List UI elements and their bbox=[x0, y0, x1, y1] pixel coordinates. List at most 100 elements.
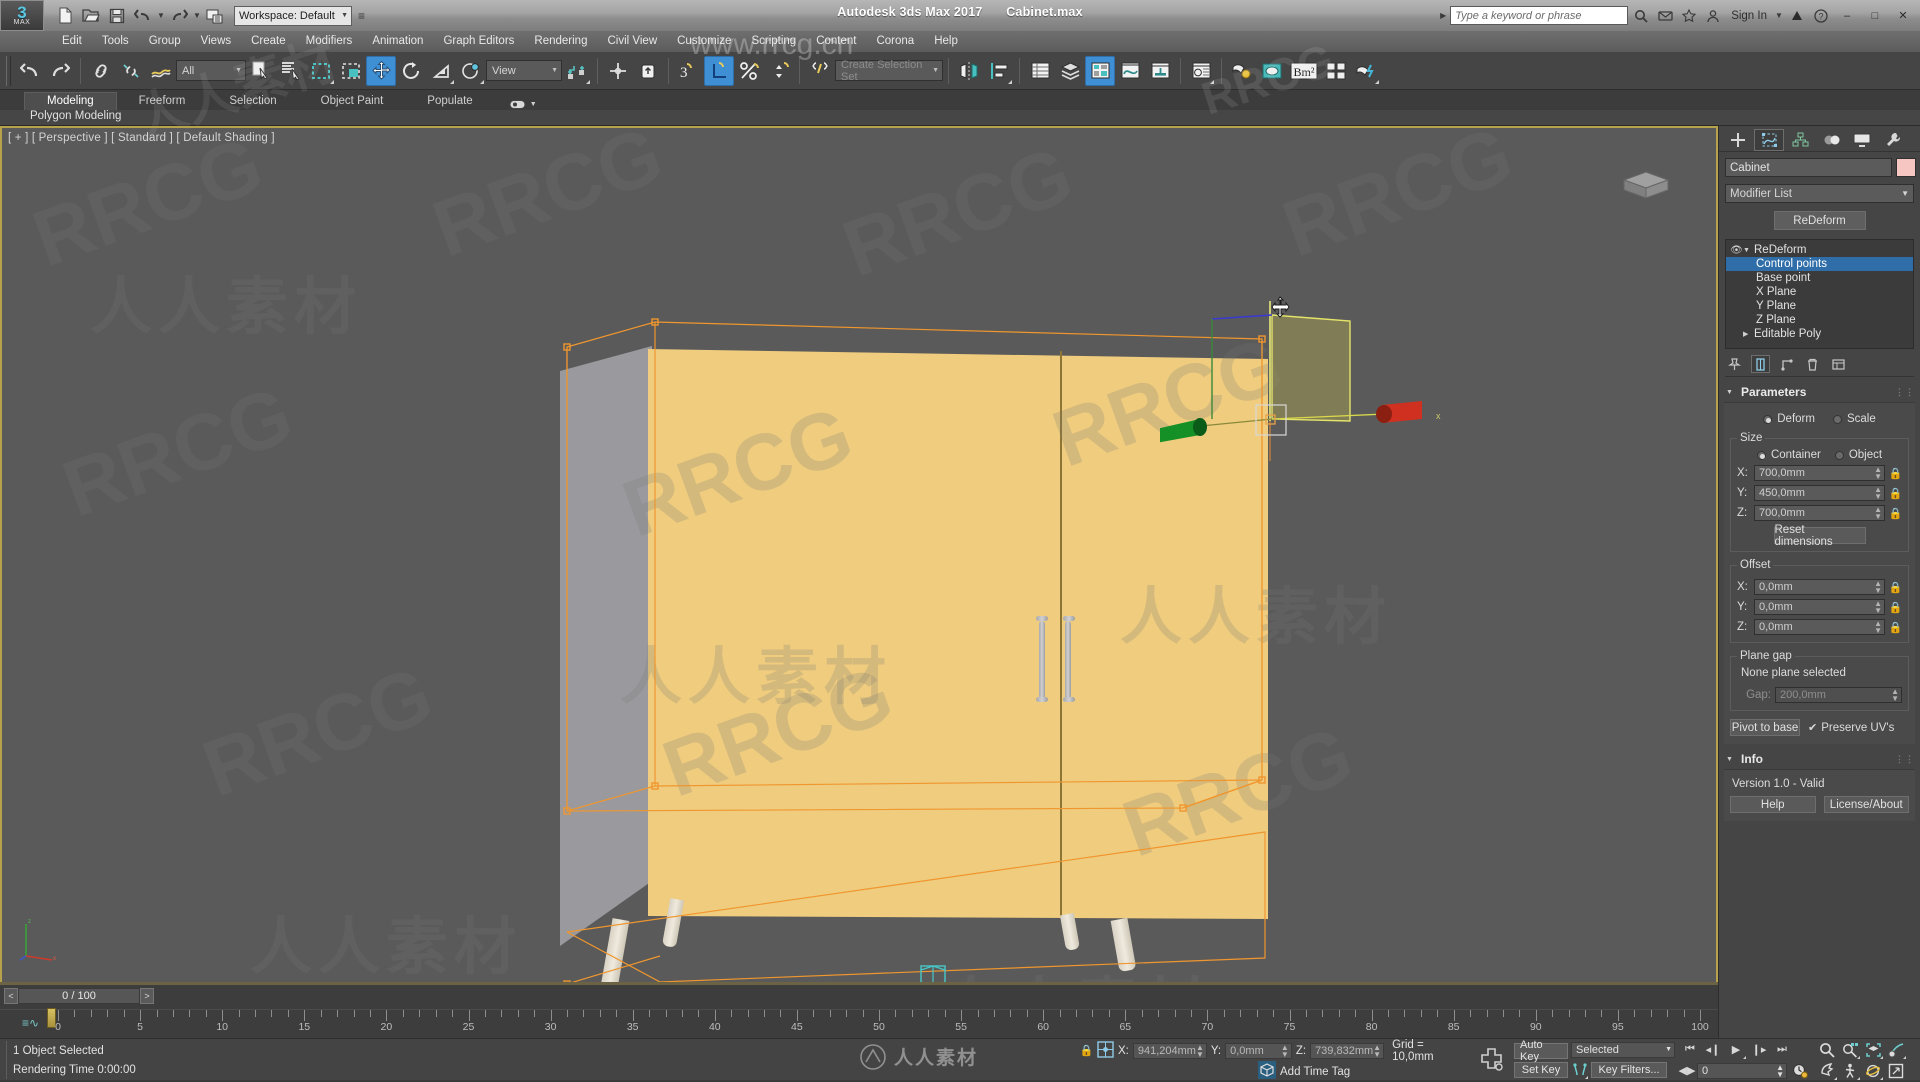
time-configuration-icon[interactable] bbox=[1789, 1062, 1811, 1080]
active-shade-icon[interactable] bbox=[1351, 56, 1381, 86]
transform-lock-icon[interactable]: 🔒 bbox=[1080, 1044, 1094, 1058]
favorites-star-icon[interactable] bbox=[1678, 5, 1700, 27]
render-setup-icon[interactable] bbox=[1227, 56, 1257, 86]
chevron-right-icon[interactable]: ▶ bbox=[1743, 330, 1754, 338]
stack-item-x-plane[interactable]: X Plane bbox=[1726, 285, 1913, 299]
utilities-tab-icon[interactable] bbox=[1878, 129, 1908, 151]
make-unique-icon[interactable] bbox=[1777, 355, 1796, 373]
open-mini-curve-editor-icon[interactable]: ≡∿ bbox=[22, 1016, 39, 1030]
select-and-link-icon[interactable] bbox=[86, 56, 116, 86]
angle-snap-toggle-icon[interactable]: 3 bbox=[674, 56, 704, 86]
menu-item-group[interactable]: Group bbox=[139, 31, 191, 52]
user-account-icon[interactable] bbox=[1702, 5, 1724, 27]
coord-y-input[interactable]: 0,0mm ▲ ▼ bbox=[1225, 1042, 1292, 1059]
communication-center-icon[interactable] bbox=[1654, 5, 1676, 27]
offset-y-input[interactable]: 0,0mm ▲ ▼ bbox=[1754, 599, 1885, 615]
key-filters-button[interactable]: Key Filters... bbox=[1591, 1061, 1667, 1078]
menu-item-graph-editors[interactable]: Graph Editors bbox=[433, 31, 524, 52]
mirror-icon[interactable] bbox=[954, 56, 984, 86]
autodesk-app-icon[interactable] bbox=[1786, 5, 1808, 27]
select-and-manipulate-icon[interactable] bbox=[603, 56, 633, 86]
offset-z-input[interactable]: 0,0mm ▲ ▼ bbox=[1754, 619, 1885, 635]
key-step-icon[interactable]: ◀▶ bbox=[1679, 1062, 1696, 1080]
undo-icon[interactable] bbox=[130, 4, 156, 28]
ribbon-tab-populate[interactable]: Populate bbox=[405, 93, 494, 110]
lock-icon[interactable]: 🔒 bbox=[1889, 506, 1903, 520]
menu-item-scripting[interactable]: Scripting bbox=[741, 31, 806, 52]
percent-snap-toggle-icon[interactable] bbox=[734, 56, 764, 86]
ribbon-toggle-icon[interactable] bbox=[1085, 55, 1115, 86]
search-icon[interactable] bbox=[1630, 5, 1652, 27]
search-input[interactable]: Type a keyword or phrase bbox=[1450, 6, 1629, 25]
maximize-button[interactable]: □ bbox=[1862, 6, 1888, 26]
track-bar[interactable]: ≡∿ 0 5 10 15 20 25 30 35 40 45 50 55 60 65 70 75 80 85 90 9… bbox=[0, 1008, 1718, 1039]
ribbon-tab-selection[interactable]: Selection bbox=[207, 93, 298, 110]
display-tab-icon[interactable] bbox=[1847, 129, 1877, 151]
lock-icon[interactable]: 🔒 bbox=[1889, 466, 1903, 480]
view-cube[interactable] bbox=[1614, 164, 1678, 204]
current-frame-input[interactable]: 0 ▲ ▼ bbox=[1697, 1062, 1787, 1079]
modifier-list-dropdown[interactable]: Modifier List ▼ bbox=[1725, 184, 1914, 203]
select-by-name-icon[interactable] bbox=[276, 56, 306, 86]
menu-item-civil-view[interactable]: Civil View bbox=[597, 31, 667, 52]
stack-item-control-points[interactable]: Control points bbox=[1726, 257, 1913, 271]
eye-icon[interactable]: 👁 bbox=[1730, 245, 1743, 256]
rendered-frame-window-icon[interactable] bbox=[1257, 56, 1287, 86]
size-radio-container[interactable]: Container bbox=[1756, 449, 1821, 461]
spinner-arrows-icon[interactable]: ▲ ▼ bbox=[1196, 1043, 1204, 1058]
render-bitmap-icon[interactable] bbox=[1321, 56, 1351, 86]
menu-item-help[interactable]: Help bbox=[924, 31, 968, 52]
stack-item-editable-poly[interactable]: ▶ Editable Poly bbox=[1726, 327, 1913, 341]
motion-tab-icon[interactable] bbox=[1816, 129, 1846, 151]
viewport-label[interactable]: [ + ] [ Perspective ] [ Standard ] [ Def… bbox=[8, 132, 275, 144]
coord-z-input[interactable]: 739,832mm ▲ ▼ bbox=[1310, 1042, 1385, 1059]
offset-x-input[interactable]: 0,0mm ▲ ▼ bbox=[1754, 579, 1885, 595]
add-time-tag-label[interactable]: Add Time Tag bbox=[1280, 1066, 1350, 1078]
chevron-down-icon[interactable]: ▼ bbox=[1743, 247, 1754, 254]
align-icon[interactable] bbox=[984, 56, 1014, 86]
menu-item-edit[interactable]: Edit bbox=[52, 31, 92, 52]
project-folder-icon[interactable] bbox=[202, 4, 228, 28]
undo-dropdown-icon[interactable]: ▼ bbox=[156, 4, 166, 28]
parameters-rollout-header[interactable]: ▼ Parameters ⋮⋮ bbox=[1724, 383, 1915, 403]
menu-item-content[interactable]: Content bbox=[806, 31, 866, 52]
license-about-button[interactable]: License/About bbox=[1823, 796, 1909, 813]
workspace-selector[interactable]: Workspace: Default ▼ bbox=[234, 5, 352, 26]
unlink-selection-icon[interactable] bbox=[116, 56, 146, 86]
plane-gap-input[interactable]: 200,0mm ▲ ▼ bbox=[1775, 687, 1902, 703]
redo-icon[interactable] bbox=[166, 4, 192, 28]
zoom-all-icon[interactable] bbox=[1839, 1041, 1861, 1059]
object-name-input[interactable] bbox=[1725, 158, 1892, 177]
named-selection-sets-icon[interactable] bbox=[805, 56, 835, 86]
auto-key-button[interactable]: Auto Key bbox=[1514, 1039, 1568, 1063]
spinner-arrows-icon[interactable]: ▲ ▼ bbox=[1874, 506, 1882, 521]
size-radio-object[interactable]: Object bbox=[1834, 449, 1882, 461]
next-frame-button[interactable]: > bbox=[140, 988, 154, 1004]
mode-radio-deform[interactable]: Deform bbox=[1763, 413, 1815, 425]
new-file-icon[interactable] bbox=[52, 4, 78, 28]
reset-dimensions-button[interactable]: Reset dimensions bbox=[1773, 524, 1866, 548]
window-crossing-toggle-icon[interactable] bbox=[336, 56, 366, 86]
go-to-start-icon[interactable]: ⏮ bbox=[1679, 1041, 1701, 1059]
stack-item-redeform[interactable]: 👁 ▼ ReDeform bbox=[1726, 243, 1913, 257]
go-to-end-icon[interactable]: ⏭ bbox=[1771, 1041, 1793, 1059]
spinner-arrows-icon[interactable]: ▲ ▼ bbox=[1281, 1043, 1289, 1058]
redo-icon[interactable] bbox=[45, 56, 75, 86]
previous-frame-icon[interactable]: ◂❙ bbox=[1702, 1041, 1724, 1059]
redo-dropdown-icon[interactable]: ▼ bbox=[192, 4, 202, 28]
schematic-view-icon[interactable] bbox=[1145, 56, 1175, 86]
next-frame-icon[interactable]: ❙▸ bbox=[1748, 1041, 1770, 1059]
open-file-icon[interactable] bbox=[78, 4, 104, 28]
lock-icon[interactable]: 🔒 bbox=[1889, 486, 1903, 500]
lock-icon[interactable]: 🔒 bbox=[1889, 600, 1903, 614]
info-rollout-header[interactable]: ▼ Info ⋮⋮ bbox=[1724, 750, 1915, 770]
walk-through-icon[interactable] bbox=[1839, 1062, 1861, 1080]
size-y-input[interactable]: 450,0mm ▲ ▼ bbox=[1754, 485, 1885, 501]
ribbon-options-icon[interactable]: ▼ bbox=[495, 99, 551, 110]
key-mode-combo[interactable]: Selected ▼ bbox=[1571, 1041, 1675, 1058]
show-end-result-icon[interactable] bbox=[1751, 355, 1770, 373]
named-selection-set-combo[interactable]: Create Selection Set ▼ bbox=[835, 59, 943, 83]
coord-x-input[interactable]: 941,204mm ▲ ▼ bbox=[1132, 1042, 1207, 1059]
pin-stack-icon[interactable] bbox=[1725, 355, 1744, 373]
mode-radio-scale[interactable]: Scale bbox=[1832, 413, 1876, 425]
